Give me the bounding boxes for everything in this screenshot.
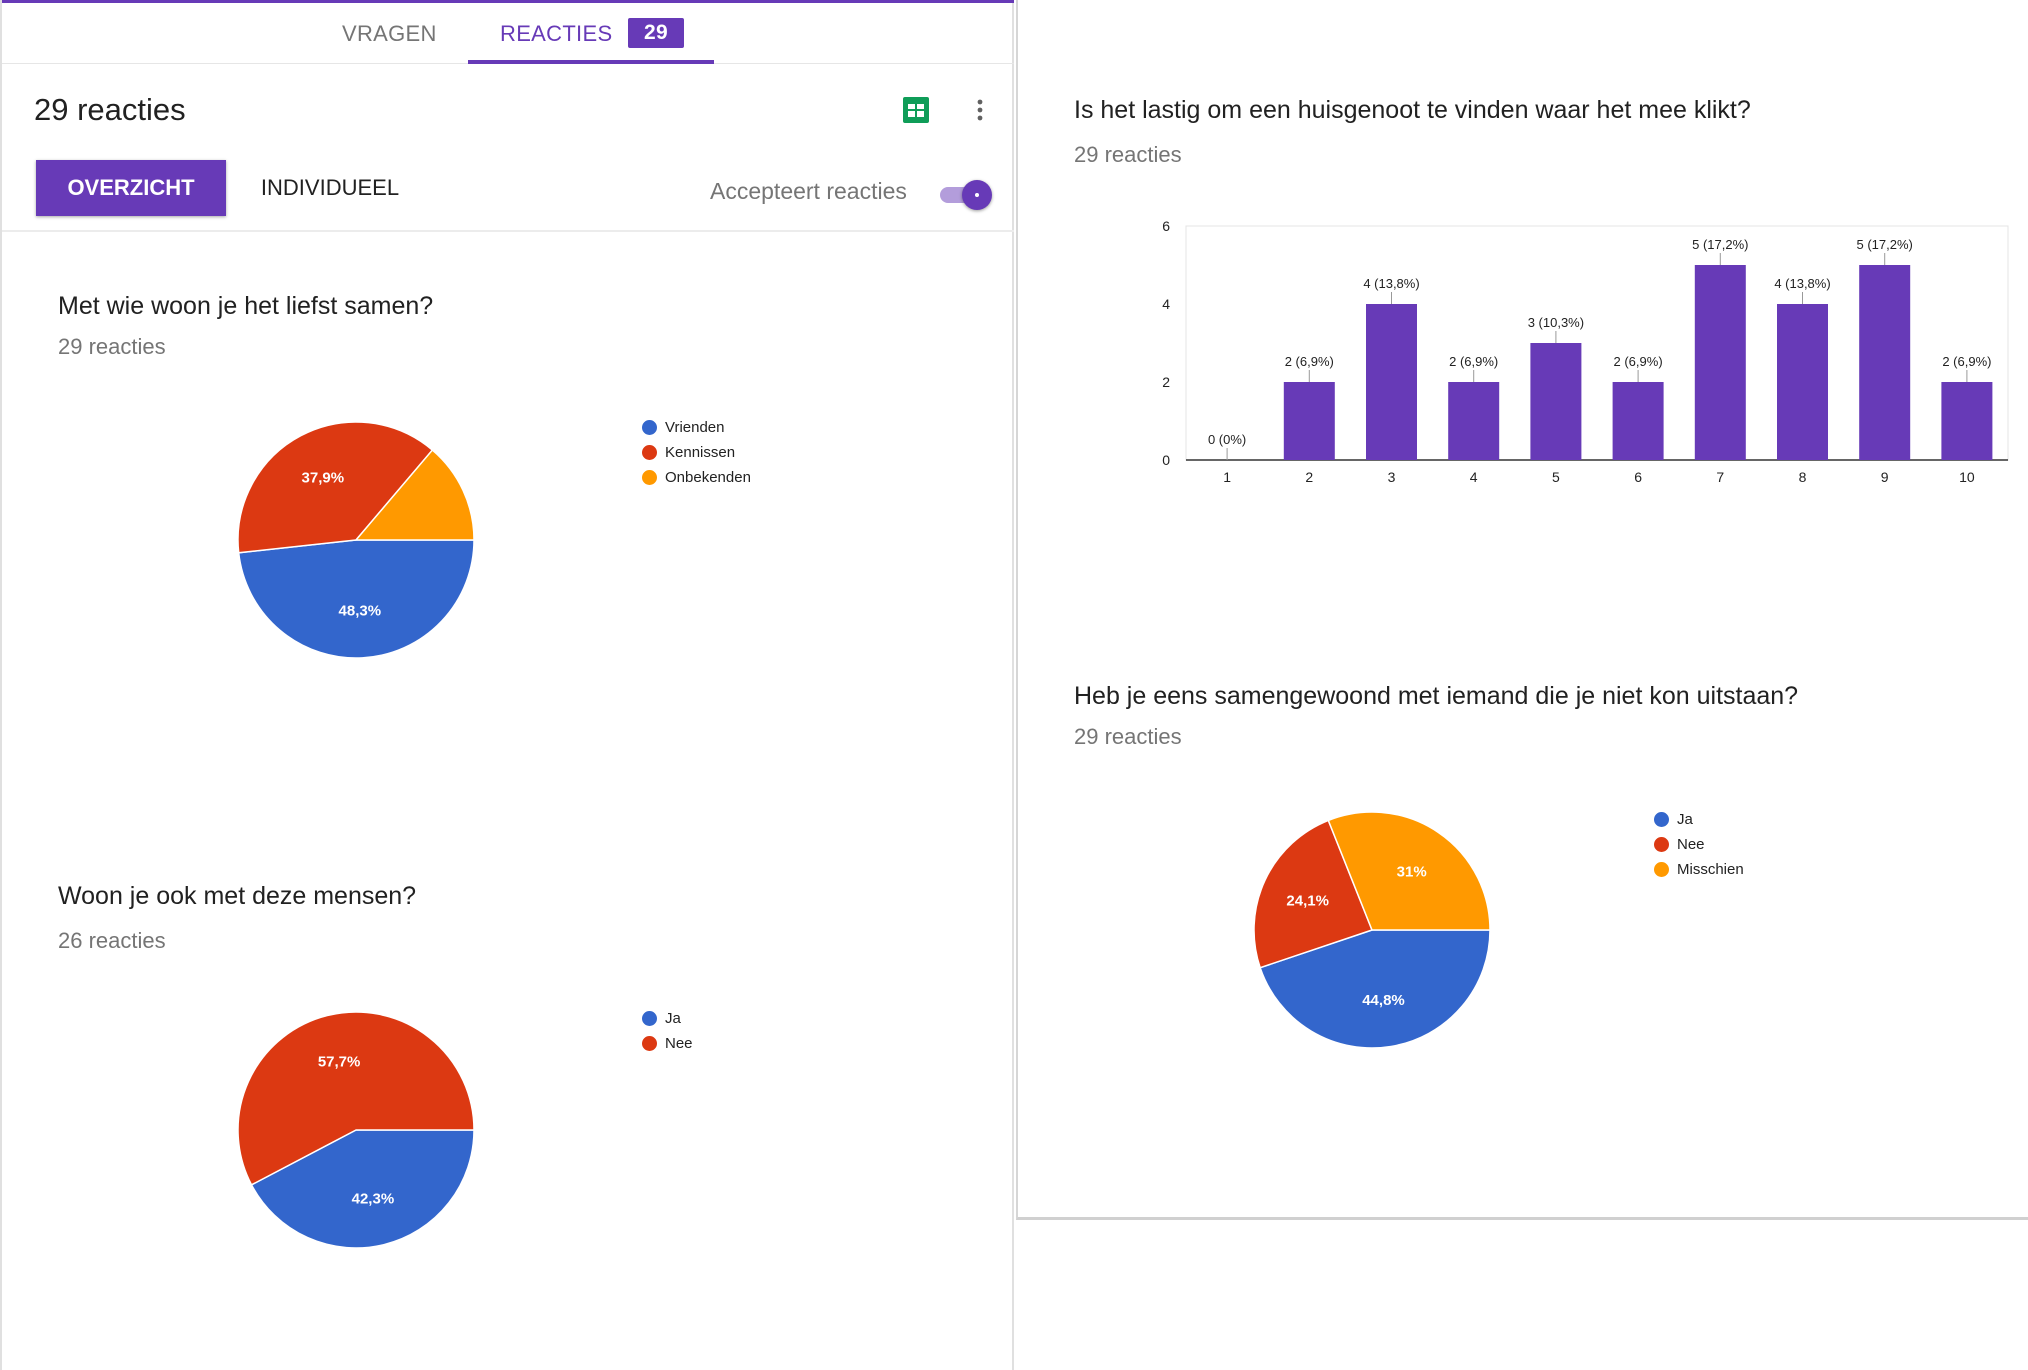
response-count-badge: 29 bbox=[628, 18, 684, 48]
x-tick-label: 9 bbox=[1881, 469, 1889, 485]
pie-slice-label: 24,1% bbox=[1286, 892, 1329, 909]
legend-swatch bbox=[1654, 837, 1669, 852]
bar-data-label: 2 (6,9%) bbox=[1942, 354, 1991, 369]
legend-item: Nee bbox=[642, 1031, 693, 1056]
x-tick-label: 8 bbox=[1799, 469, 1807, 485]
legend-swatch bbox=[642, 445, 657, 460]
pie-slice-label: 57,7% bbox=[318, 1053, 361, 1070]
x-tick-label: 6 bbox=[1634, 469, 1642, 485]
legend-label: Ja bbox=[665, 1010, 681, 1027]
legend-item: Vrienden bbox=[642, 415, 751, 440]
question-response-count: 29 reacties bbox=[1074, 142, 1182, 167]
question-title: Met wie woon je het liefst samen? bbox=[58, 292, 434, 320]
legend-item: Kennissen bbox=[642, 440, 751, 465]
question-title: Heb je eens samengewoond met iemand die … bbox=[1074, 682, 1799, 710]
legend-swatch bbox=[1654, 862, 1669, 877]
chart-legend: Ja Nee bbox=[642, 1006, 693, 1056]
pie-chart: 42,3% 57,7% bbox=[237, 1011, 475, 1249]
bar bbox=[1777, 304, 1828, 460]
bar bbox=[1530, 343, 1582, 460]
bar bbox=[1366, 304, 1417, 460]
bar-data-label: 4 (13,8%) bbox=[1363, 276, 1419, 291]
chart-legend: Vrienden Kennissen Onbekenden bbox=[642, 415, 751, 490]
y-tick-label: 4 bbox=[1162, 296, 1170, 312]
tab-responses[interactable]: REACTIES 29 bbox=[468, 3, 714, 64]
legend-swatch bbox=[642, 1036, 657, 1051]
legend-label: Nee bbox=[1677, 836, 1705, 853]
pie-slice-label: 48,3% bbox=[339, 603, 382, 620]
legend-label: Vrienden bbox=[665, 419, 725, 436]
pie-slice-label: 44,8% bbox=[1362, 992, 1405, 1009]
x-tick-label: 1 bbox=[1223, 469, 1231, 485]
legend-item: Onbekenden bbox=[642, 465, 751, 490]
question-title: Is het lastig om een huisgenoot te vinde… bbox=[1074, 96, 1751, 124]
bar bbox=[1448, 382, 1500, 460]
bar bbox=[1941, 382, 1993, 460]
y-tick-label: 0 bbox=[1162, 452, 1170, 468]
y-tick-label: 2 bbox=[1162, 374, 1170, 390]
legend-item: Misschien bbox=[1654, 857, 1744, 882]
more-vert-icon[interactable] bbox=[968, 96, 992, 124]
bar-chart: 0 2 4 6 0 (0%) 1 2 (6,9%) 2 4 (13,8%) 3 2 (6,9%) 4 3… bbox=[1162, 218, 2009, 485]
overview-button[interactable]: OVERZICHT bbox=[36, 160, 226, 216]
pie-slice-label: 31% bbox=[1397, 863, 1427, 880]
bar-data-label: 2 (6,9%) bbox=[1285, 354, 1334, 369]
legend-item: Ja bbox=[1654, 807, 1744, 832]
bar-data-label: 5 (17,2%) bbox=[1692, 237, 1748, 252]
bar-data-label: 3 (10,3%) bbox=[1528, 315, 1584, 330]
accepting-responses-toggle[interactable] bbox=[938, 180, 994, 210]
x-tick-label: 7 bbox=[1716, 469, 1724, 485]
responses-summary-title: 29 reacties bbox=[34, 92, 186, 127]
question-response-count: 26 reacties bbox=[58, 928, 166, 953]
pie-slice-label: 42,3% bbox=[352, 1191, 395, 1208]
y-tick-label: 6 bbox=[1162, 218, 1170, 234]
legend-swatch bbox=[1654, 812, 1669, 827]
responses-panel-continued: Is het lastig om een huisgenoot te vinde… bbox=[1016, 0, 2028, 1220]
x-tick-label: 10 bbox=[1959, 469, 1975, 485]
legend-label: Ja bbox=[1677, 811, 1693, 828]
individual-button[interactable]: INDIVIDUEEL bbox=[228, 160, 432, 216]
x-tick-label: 2 bbox=[1305, 469, 1313, 485]
question-response-count: 29 reacties bbox=[1074, 724, 1182, 749]
header-divider bbox=[2, 230, 1014, 232]
legend-label: Onbekenden bbox=[665, 469, 751, 486]
bar bbox=[1694, 265, 1746, 460]
tab-bar: VRAGEN REACTIES 29 bbox=[2, 0, 1014, 64]
x-tick-label: 3 bbox=[1388, 469, 1396, 485]
pie-chart: 44,8% 24,1% 31% bbox=[1253, 811, 1491, 1049]
legend-item: Ja bbox=[642, 1006, 693, 1031]
tab-responses-label: REACTIES bbox=[500, 21, 613, 46]
x-tick-label: 5 bbox=[1552, 469, 1560, 485]
legend-swatch bbox=[642, 470, 657, 485]
legend-label: Kennissen bbox=[665, 444, 736, 461]
question-title: Woon je ook met deze mensen? bbox=[58, 882, 417, 910]
legend-label: Misschien bbox=[1677, 861, 1744, 878]
bar-data-label: 0 (0%) bbox=[1208, 432, 1246, 447]
tab-questions[interactable]: VRAGEN bbox=[342, 3, 437, 64]
legend-item: Nee bbox=[1654, 832, 1744, 857]
legend-label: Nee bbox=[665, 1035, 693, 1052]
toggle-knob bbox=[962, 180, 992, 210]
bar bbox=[1859, 265, 1911, 460]
question-response-count: 29 reacties bbox=[58, 334, 166, 359]
bar-data-label: 5 (17,2%) bbox=[1857, 237, 1913, 252]
bar bbox=[1612, 382, 1664, 460]
accepting-responses-label: Accepteert reacties bbox=[710, 178, 907, 204]
pie-slice-vrienden bbox=[237, 539, 475, 659]
bar-data-label: 2 (6,9%) bbox=[1449, 354, 1498, 369]
x-tick-label: 4 bbox=[1470, 469, 1478, 485]
chart-legend: Ja Nee Misschien bbox=[1654, 807, 1744, 882]
pie-chart: 48,3% 37,9% bbox=[237, 421, 475, 659]
legend-swatch bbox=[642, 1011, 657, 1026]
google-sheets-icon[interactable] bbox=[902, 96, 930, 124]
bar-data-label: 2 (6,9%) bbox=[1614, 354, 1663, 369]
bar bbox=[1283, 382, 1335, 460]
pie-slice-label: 37,9% bbox=[302, 469, 345, 486]
responses-panel: VRAGEN REACTIES 29 29 reacties OVERZICHT… bbox=[0, 0, 1014, 1370]
legend-swatch bbox=[642, 420, 657, 435]
bar-data-label: 4 (13,8%) bbox=[1774, 276, 1830, 291]
